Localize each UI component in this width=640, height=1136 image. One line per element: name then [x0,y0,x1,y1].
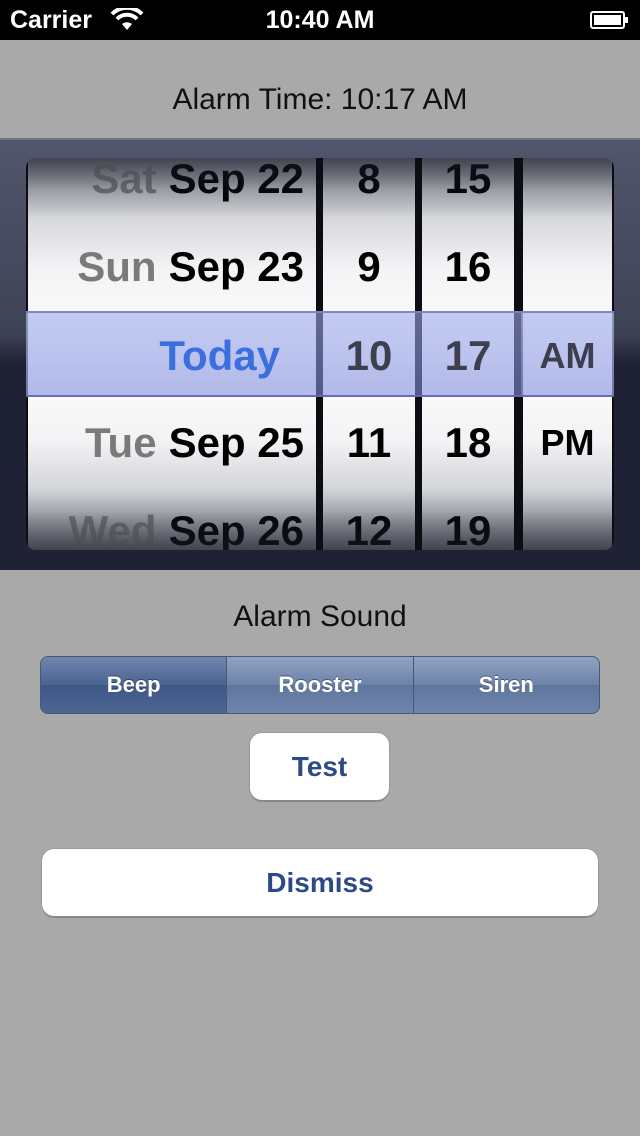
minute-row: 16 [444,243,492,290]
selected-hour: 10 [345,332,393,379]
alarm-time-title: Alarm Time: 10:17 AM [0,40,640,138]
picker-selection-indicator: Today 10 17 AM [26,311,614,397]
hour-row: 12 [345,507,393,550]
date-row: Tue Sep 25 [85,419,304,466]
selected-minute: 17 [444,332,492,379]
ampm-row: PM [540,422,595,463]
selected-ampm: AM [539,335,596,376]
date-row: Wed Sep 26 [68,507,304,550]
minute-row: 15 [444,158,492,202]
date-row: Sun Sep 23 [77,243,304,290]
hour-row: 8 [357,158,381,202]
date-row: Sat Sep 22 [91,158,304,202]
hour-row: 11 [346,419,392,466]
test-button[interactable]: Test [250,733,389,800]
alarm-sound-label: Alarm Sound [233,600,407,633]
segment-siren[interactable]: Siren [412,657,599,713]
segment-rooster[interactable]: Rooster [226,657,412,713]
hour-row: 9 [357,243,381,290]
status-clock: 10:40 AM [265,6,375,34]
alarm-time-label: Alarm Time: 10:17 AM [172,83,468,116]
selected-date: Today [159,332,280,379]
dismiss-button[interactable]: Dismiss [42,849,598,916]
battery-icon [590,10,630,35]
status-bar: Carrier 10:40 AM [0,0,640,40]
minute-row: 18 [444,419,492,466]
segment-beep[interactable]: Beep [41,657,227,713]
minute-row: 19 [444,507,492,550]
alarm-sound-segmented-control[interactable]: Beep Rooster Siren [40,656,600,714]
